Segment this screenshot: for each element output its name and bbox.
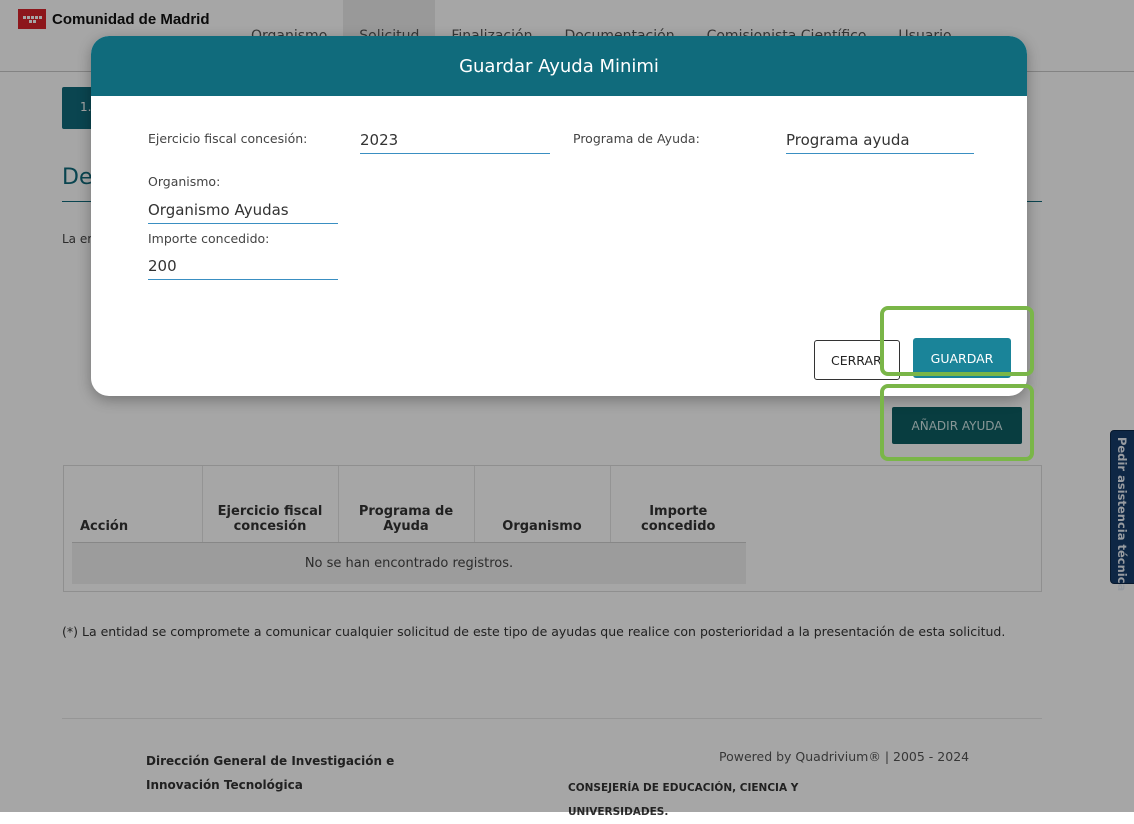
add-ayuda-highlight-box (880, 384, 1034, 461)
programa-input[interactable]: Programa ayuda (786, 131, 974, 154)
modal-title: Guardar Ayuda Minimi (459, 56, 659, 77)
importe-label: Importe concedido: (148, 231, 270, 246)
importe-input[interactable]: 200 (148, 257, 338, 280)
modal-header: Guardar Ayuda Minimi (91, 36, 1027, 96)
ejercicio-input[interactable]: 2023 (360, 131, 550, 154)
guardar-highlight-box (880, 306, 1034, 376)
ejercicio-label: Ejercicio fiscal concesión: (148, 131, 308, 146)
organismo-input[interactable]: Organismo Ayudas (148, 201, 338, 224)
organismo-label: Organismo: (148, 174, 221, 189)
programa-label: Programa de Ayuda: (573, 131, 700, 146)
